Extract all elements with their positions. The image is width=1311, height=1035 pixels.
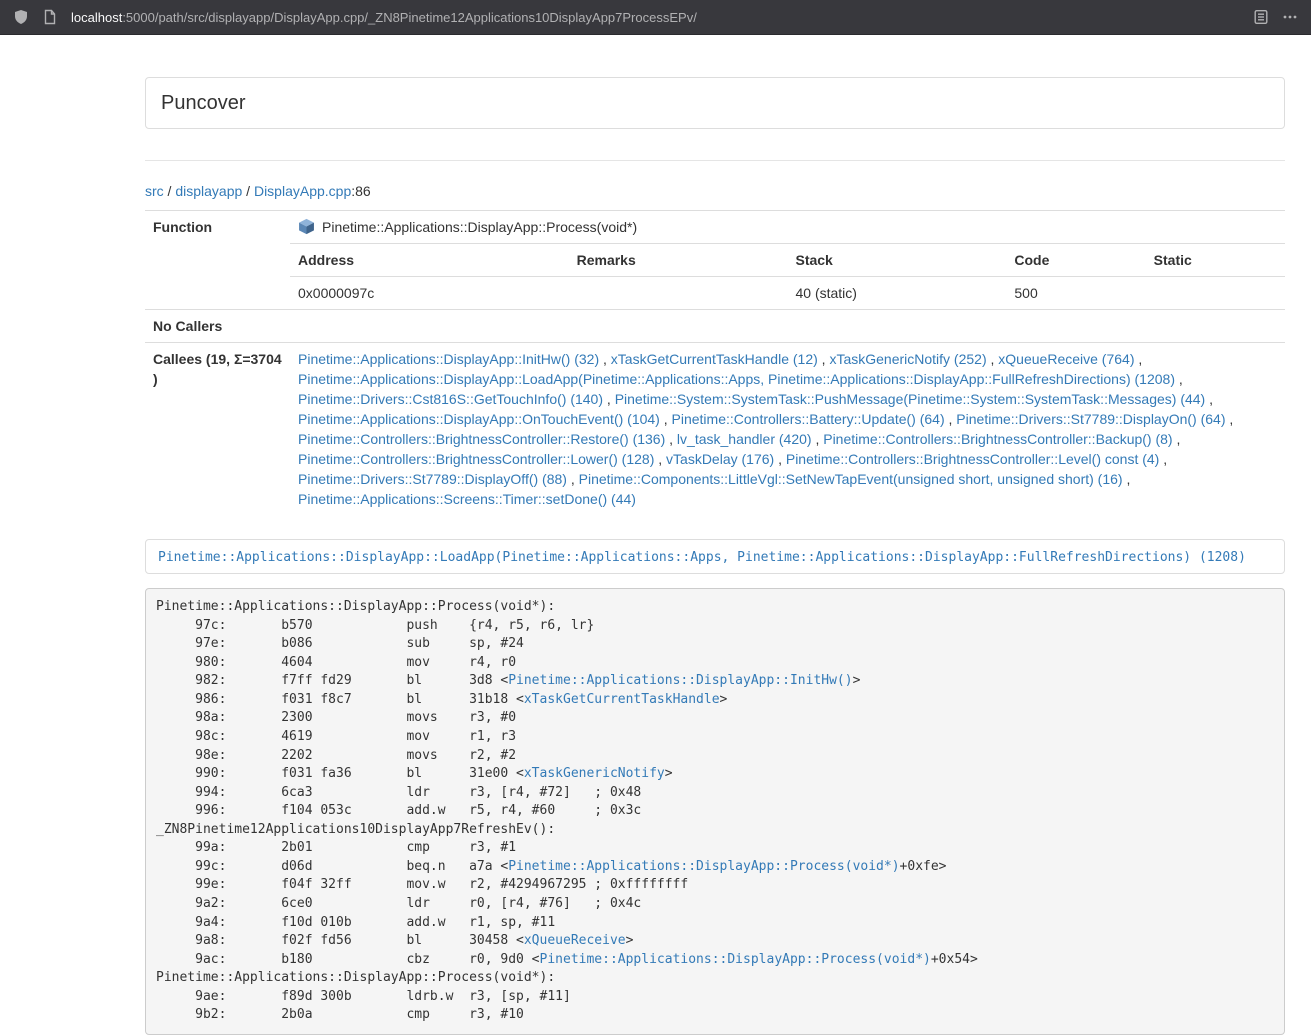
column-header-stack: Stack xyxy=(787,244,1006,277)
app-title: Puncover xyxy=(161,92,1269,114)
page-actions-menu-icon[interactable] xyxy=(1282,9,1298,25)
disassembly-block: Pinetime::Applications::DisplayApp::Proc… xyxy=(145,588,1285,1035)
function-row: Function Pinetime::Applications::Display… xyxy=(145,211,1285,310)
callee-link[interactable]: Pinetime::Controllers::BrightnessControl… xyxy=(298,431,665,447)
callees-row: Callees (19, Σ=3704 ) Pinetime::Applicat… xyxy=(145,343,1285,516)
callee-link[interactable]: Pinetime::Applications::DisplayApp::Init… xyxy=(298,351,599,367)
remarks-value xyxy=(569,277,788,310)
page-info-icon[interactable] xyxy=(42,9,58,25)
code-value: 500 xyxy=(1006,277,1145,310)
breadcrumb: src / displayapp / DisplayApp.cpp:86 xyxy=(145,181,1285,201)
url-host: localhost xyxy=(71,10,122,25)
breadcrumb-separator: / xyxy=(164,183,176,199)
callee-link[interactable]: Pinetime::Components::LittleVgl::SetNewT… xyxy=(579,471,1123,487)
code-symbol-link[interactable]: Pinetime::Applications::DisplayApp::Proc… xyxy=(508,859,899,874)
column-header-code: Code xyxy=(1006,244,1145,277)
browser-toolbar: localhost:5000/path/src/displayapp/Displ… xyxy=(0,0,1311,35)
callee-link[interactable]: lv_task_handler (420) xyxy=(677,431,812,447)
callee-link[interactable]: Pinetime::Controllers::Battery::Update()… xyxy=(672,411,945,427)
code-symbol-link[interactable]: Pinetime::Applications::DisplayApp::Proc… xyxy=(540,952,931,967)
function-cell: Pinetime::Applications::DisplayApp::Proc… xyxy=(290,211,1285,310)
callee-link[interactable]: Pinetime::Drivers::St7789::DisplayOn() (… xyxy=(956,411,1225,427)
breadcrumb-separator: / xyxy=(242,183,254,199)
static-value xyxy=(1146,277,1285,310)
highlighted-symbol-panel: Pinetime::Applications::DisplayApp::Load… xyxy=(145,539,1285,574)
callee-link[interactable]: Pinetime::Controllers::BrightnessControl… xyxy=(823,431,1172,447)
callee-link[interactable]: Pinetime::Drivers::St7789::DisplayOff() … xyxy=(298,471,567,487)
breadcrumb-link-displayapp[interactable]: displayapp xyxy=(175,183,242,199)
url-bar[interactable]: localhost:5000/path/src/displayapp/Displ… xyxy=(71,10,1240,25)
symbol-detail-table: Address Remarks Stack Code Static 0x0000… xyxy=(290,243,1285,309)
page-content: Puncover src / displayapp / DisplayApp.c… xyxy=(145,35,1285,1035)
code-symbol-link[interactable]: xQueueReceive xyxy=(524,933,626,948)
function-name-row: Pinetime::Applications::DisplayApp::Proc… xyxy=(290,211,1285,243)
code-symbol-link[interactable]: Pinetime::Applications::DisplayApp::Init… xyxy=(508,673,852,688)
divider xyxy=(145,160,1285,161)
symbol-table: Function Pinetime::Applications::Display… xyxy=(145,210,1285,515)
function-row-label: Function xyxy=(145,211,290,310)
callee-link[interactable]: Pinetime::Controllers::BrightnessControl… xyxy=(298,451,654,467)
breadcrumb-link-displayapp.cpp[interactable]: DisplayApp.cpp xyxy=(254,183,351,199)
callee-link[interactable]: vTaskDelay (176) xyxy=(666,451,774,467)
callers-row: No Callers xyxy=(145,310,1285,343)
no-callers-label: No Callers xyxy=(145,310,290,343)
callee-link[interactable]: Pinetime::Applications::DisplayApp::Load… xyxy=(298,371,1175,387)
detail-value-row: 0x0000097c 40 (static) 500 xyxy=(290,277,1285,310)
breadcrumb-link-src[interactable]: src xyxy=(145,183,164,199)
callee-link[interactable]: xTaskGenericNotify (252) xyxy=(829,351,986,367)
function-name: Pinetime::Applications::DisplayApp::Proc… xyxy=(322,219,637,235)
callee-link[interactable]: Pinetime::Controllers::BrightnessControl… xyxy=(786,451,1159,467)
code-symbol-link[interactable]: xTaskGetCurrentTaskHandle xyxy=(524,692,720,707)
callers-cell xyxy=(290,310,1285,343)
stack-value: 40 (static) xyxy=(787,277,1006,310)
code-symbol-link[interactable]: xTaskGenericNotify xyxy=(524,766,665,781)
url-path: :5000/path/src/displayapp/DisplayApp.cpp… xyxy=(122,10,697,25)
shield-icon[interactable] xyxy=(13,9,29,25)
app-header-panel: Puncover xyxy=(145,77,1285,129)
column-header-static: Static xyxy=(1146,244,1285,277)
highlighted-symbol-link[interactable]: Pinetime::Applications::DisplayApp::Load… xyxy=(158,550,1246,565)
callee-link[interactable]: xQueueReceive (764) xyxy=(998,351,1134,367)
callees-cell: Pinetime::Applications::DisplayApp::Init… xyxy=(290,343,1285,516)
address-value: 0x0000097c xyxy=(290,277,569,310)
function-icon xyxy=(298,218,315,235)
column-header-remarks: Remarks xyxy=(569,244,788,277)
breadcrumb-line-number: :86 xyxy=(351,183,370,199)
callee-link[interactable]: Pinetime::Drivers::Cst816S::GetTouchInfo… xyxy=(298,391,603,407)
callee-link[interactable]: Pinetime::System::SystemTask::PushMessag… xyxy=(615,391,1206,407)
callee-link[interactable]: Pinetime::Applications::DisplayApp::OnTo… xyxy=(298,411,660,427)
reader-mode-icon[interactable] xyxy=(1253,9,1269,25)
detail-header-row: Address Remarks Stack Code Static xyxy=(290,244,1285,277)
column-header-address: Address xyxy=(290,244,569,277)
callees-label: Callees (19, Σ=3704 ) xyxy=(145,343,290,516)
callee-link[interactable]: xTaskGetCurrentTaskHandle (12) xyxy=(611,351,818,367)
callee-link[interactable]: Pinetime::Applications::Screens::Timer::… xyxy=(298,491,636,507)
